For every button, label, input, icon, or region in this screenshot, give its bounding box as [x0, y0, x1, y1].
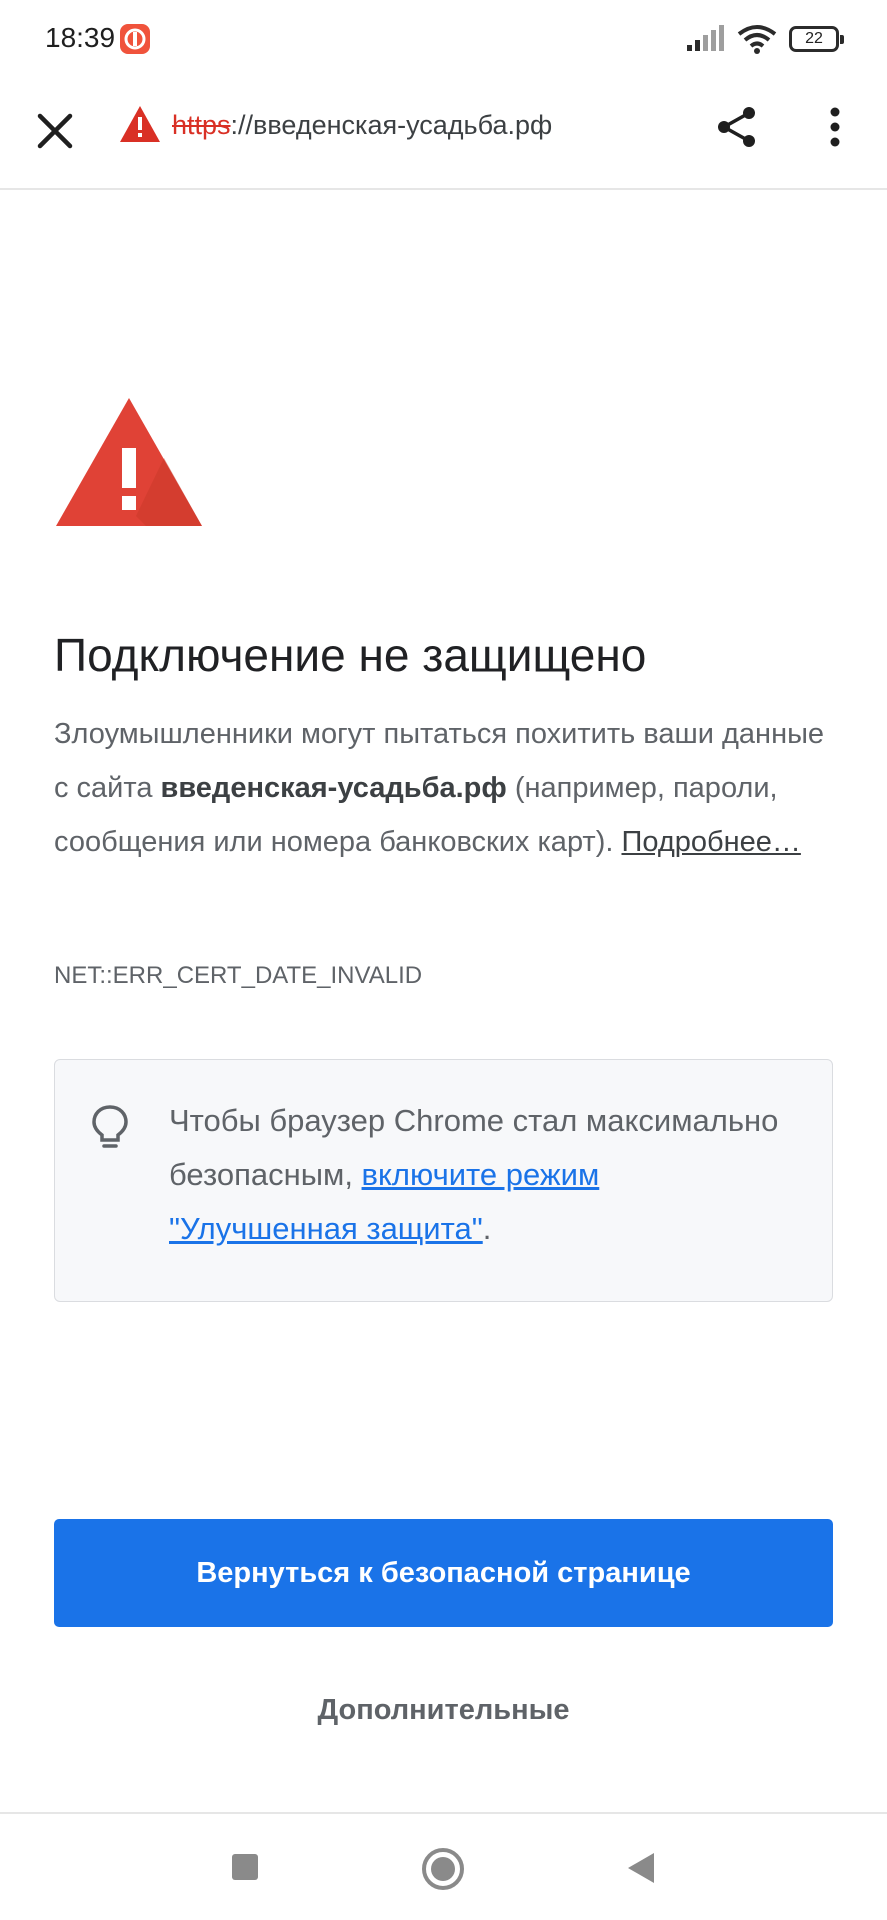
lightbulb-icon	[91, 1104, 129, 1152]
battery-level: 22	[805, 30, 823, 47]
share-icon[interactable]	[712, 102, 762, 152]
warning-description: Злоумышленники могут пытаться похитить в…	[54, 707, 844, 869]
large-warning-icon	[54, 396, 204, 528]
recent-apps-icon[interactable]	[228, 1850, 262, 1884]
advanced-button[interactable]: Дополнительные	[54, 1686, 833, 1734]
url-scheme: https	[172, 110, 231, 140]
not-secure-warning-icon[interactable]	[118, 104, 162, 144]
status-indicators: 22	[685, 20, 844, 58]
tip-text: Чтобы браузер Chrome стал максимально бе…	[169, 1094, 789, 1256]
url-bar[interactable]: https://введенская-усадьба.рф	[172, 110, 552, 141]
system-navigation-bar	[0, 1812, 887, 1920]
status-bar: 18:39 22	[0, 0, 887, 78]
description-domain: введенская-усадьба.рф	[160, 772, 507, 804]
enhanced-protection-tip: Чтобы браузер Chrome стал максимально бе…	[54, 1059, 833, 1302]
status-time: 18:39	[45, 22, 116, 53]
app-notification-icon	[120, 24, 150, 54]
back-to-safety-button[interactable]: Вернуться к безопасной странице	[54, 1519, 833, 1627]
learn-more-link[interactable]: Подробнее…	[621, 826, 800, 858]
browser-toolbar: https://введенская-усадьба.рф	[0, 78, 887, 190]
error-code: NET::ERR_CERT_DATE_INVALID	[54, 962, 423, 989]
page-title: Подключение не защищено	[54, 629, 647, 681]
home-icon[interactable]	[420, 1846, 466, 1892]
signal-icon	[687, 25, 724, 51]
wifi-icon	[737, 25, 777, 54]
tip-suffix: .	[482, 1211, 492, 1246]
more-vert-icon[interactable]	[812, 102, 858, 152]
battery-icon: 22	[789, 26, 844, 52]
close-icon[interactable]	[30, 106, 80, 156]
back-icon[interactable]	[624, 1850, 658, 1886]
url-host: ://введенская-усадьба.рф	[230, 110, 553, 140]
